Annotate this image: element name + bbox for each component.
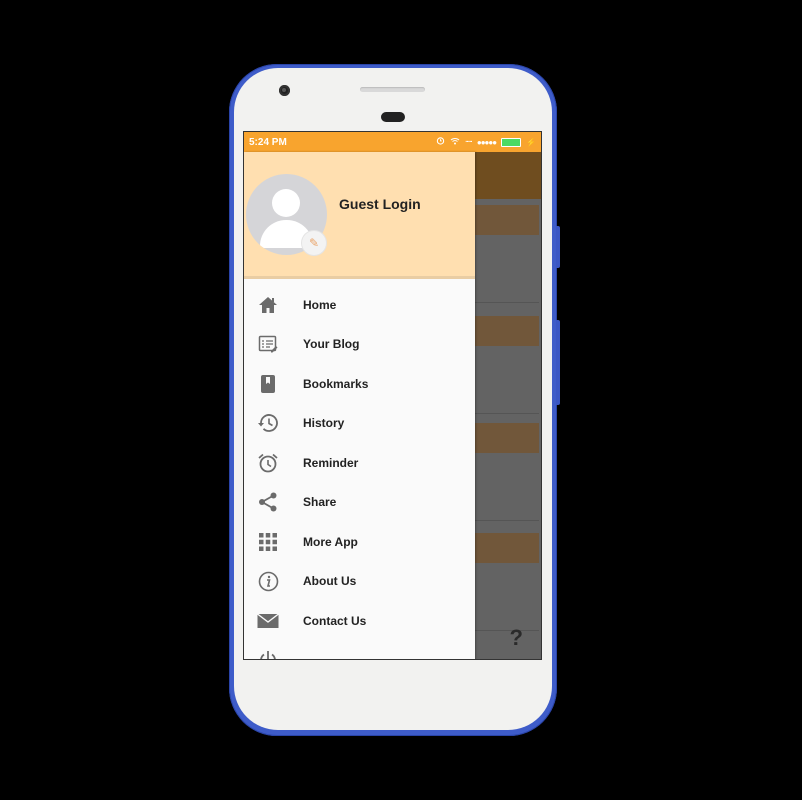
- menu-item-share[interactable]: Share: [244, 483, 475, 523]
- menu-item-bookmarks[interactable]: Bookmarks: [244, 364, 475, 404]
- menu-item-more-app[interactable]: More App: [244, 522, 475, 562]
- menu-label: Share: [303, 495, 337, 510]
- home-icon: [256, 293, 280, 317]
- menu-item-reminder[interactable]: Reminder: [244, 443, 475, 483]
- drawer-header: ✎ Guest Login: [244, 152, 475, 279]
- signal-dots-icon: ●●●●●: [476, 137, 497, 147]
- menu-label: About Us: [303, 574, 357, 589]
- earpiece-speaker: [360, 87, 425, 92]
- user-name[interactable]: Guest Login: [339, 196, 421, 212]
- history-icon: [256, 411, 280, 435]
- menu-item-about-us[interactable]: About Us: [244, 562, 475, 602]
- proximity-sensor: [381, 112, 405, 122]
- bookmark-icon: [256, 372, 280, 396]
- help-button[interactable]: ?: [510, 625, 523, 651]
- status-bar: 5:24 PM ····· ●●●●● ⚡: [244, 132, 541, 152]
- pencil-icon[interactable]: ✎: [302, 231, 326, 255]
- menu-label: Reminder: [303, 455, 359, 470]
- menu-item-your-blog[interactable]: Your Blog: [244, 325, 475, 365]
- volume-button: [556, 226, 560, 268]
- menu-label: Your Blog: [303, 337, 360, 352]
- mail-icon: [256, 609, 280, 633]
- menu-label: History: [303, 416, 345, 431]
- grid-icon: [256, 530, 280, 554]
- menu-item-contact-us[interactable]: Contact Us: [244, 601, 475, 641]
- share-icon: [256, 490, 280, 514]
- alarm-icon: [436, 136, 445, 148]
- menu-label: More App: [303, 534, 358, 549]
- wifi-icon: [450, 137, 460, 148]
- menu-label: Bookmarks: [303, 376, 369, 391]
- menu-item-home[interactable]: Home: [244, 285, 475, 325]
- power-side-button: [556, 320, 560, 405]
- info-icon: [256, 569, 280, 593]
- front-camera: [279, 85, 290, 96]
- power-icon: [256, 648, 280, 659]
- status-time: 5:24 PM: [249, 136, 287, 148]
- blog-icon: [256, 332, 280, 356]
- charging-icon: ⚡: [526, 137, 536, 147]
- menu-label: Home: [303, 297, 337, 312]
- carrier-dots-icon: ·····: [465, 138, 473, 146]
- phone-screen: 5:24 PM ····· ●●●●● ⚡ er 2. pes Storage …: [243, 131, 542, 660]
- menu-item-history[interactable]: History: [244, 404, 475, 444]
- menu-item-logout[interactable]: [244, 641, 475, 659]
- drawer-menu: Home Your Blog Bookmarks History Reminde…: [244, 285, 475, 659]
- menu-label: Contact Us: [303, 613, 367, 628]
- navigation-drawer: ✎ Guest Login Home Your Blog Bookmarks H…: [244, 152, 475, 659]
- alarm-icon: [256, 451, 280, 475]
- battery-icon: [501, 137, 522, 147]
